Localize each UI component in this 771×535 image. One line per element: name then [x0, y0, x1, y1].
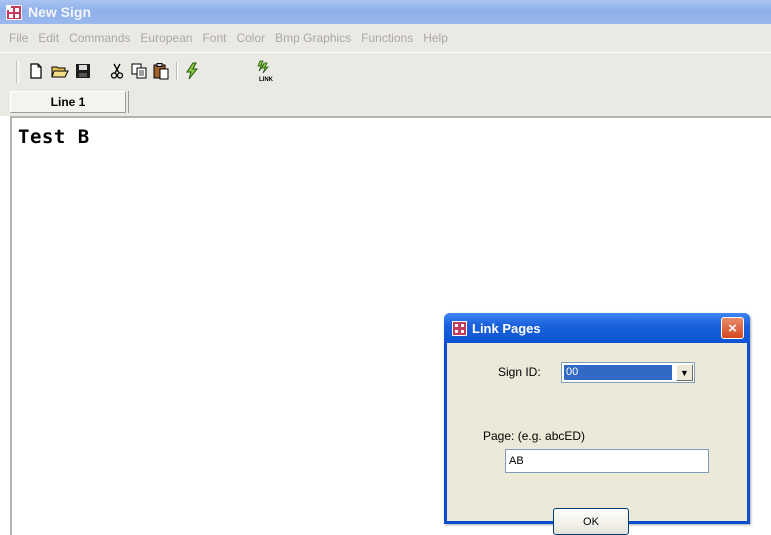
- page-label: Page: (e.g. abcED): [483, 429, 586, 443]
- menu-font[interactable]: Font: [197, 31, 231, 45]
- copy-icon[interactable]: [130, 62, 148, 80]
- menu-european[interactable]: European: [135, 31, 197, 45]
- dialog-title-bar[interactable]: Link Pages ×: [444, 313, 750, 343]
- link-pages-icon[interactable]: LINK: [254, 59, 278, 83]
- editor-text[interactable]: Test B: [18, 126, 90, 148]
- menu-color[interactable]: Color: [231, 31, 270, 45]
- window-title: New Sign: [28, 4, 92, 20]
- save-disk-icon[interactable]: [74, 62, 92, 80]
- paste-icon[interactable]: [152, 62, 170, 80]
- menu-bar: File Edit Commands European Font Color B…: [0, 24, 771, 52]
- dialog-app-icon: [452, 320, 467, 336]
- menu-commands[interactable]: Commands: [64, 31, 135, 45]
- link-pages-dialog: Link Pages × Sign ID: 00 ▼ Page: (e.g. a…: [444, 313, 750, 535]
- menu-help[interactable]: Help: [418, 31, 453, 45]
- tab-strip: Line 1: [0, 88, 771, 116]
- dialog-title: Link Pages: [472, 320, 541, 336]
- dialog-body: Sign ID: 00 ▼ Page: (e.g. abcED) OK: [447, 343, 747, 535]
- sign-id-value: 00: [564, 365, 672, 380]
- menu-edit[interactable]: Edit: [33, 31, 64, 45]
- chevron-down-icon[interactable]: ▼: [676, 364, 693, 381]
- menu-file[interactable]: File: [4, 31, 33, 45]
- menu-functions[interactable]: Functions: [356, 31, 418, 45]
- sign-id-select[interactable]: 00 ▼: [561, 362, 695, 383]
- close-icon[interactable]: ×: [721, 317, 744, 339]
- ok-button[interactable]: OK: [553, 508, 629, 535]
- new-file-icon[interactable]: [27, 62, 45, 80]
- toolbar-separator: [176, 62, 178, 80]
- open-folder-icon[interactable]: [51, 62, 69, 80]
- tab-label: Line 1: [50, 95, 86, 109]
- tab-divider: [128, 91, 129, 113]
- tab-line-1[interactable]: Line 1: [10, 91, 126, 113]
- lightning-icon[interactable]: [183, 62, 201, 80]
- app-sign-icon: [6, 4, 22, 20]
- cut-scissors-icon[interactable]: [108, 62, 126, 80]
- window-title-bar[interactable]: New Sign: [0, 0, 771, 24]
- page-input[interactable]: [505, 449, 709, 473]
- sign-id-label: Sign ID:: [498, 365, 541, 379]
- toolbar-grip[interactable]: [16, 61, 19, 83]
- toolbar: LINK: [0, 52, 771, 88]
- menu-bmp-graphics[interactable]: Bmp Graphics: [270, 31, 356, 45]
- link-pages-caption: LINK: [259, 77, 274, 83]
